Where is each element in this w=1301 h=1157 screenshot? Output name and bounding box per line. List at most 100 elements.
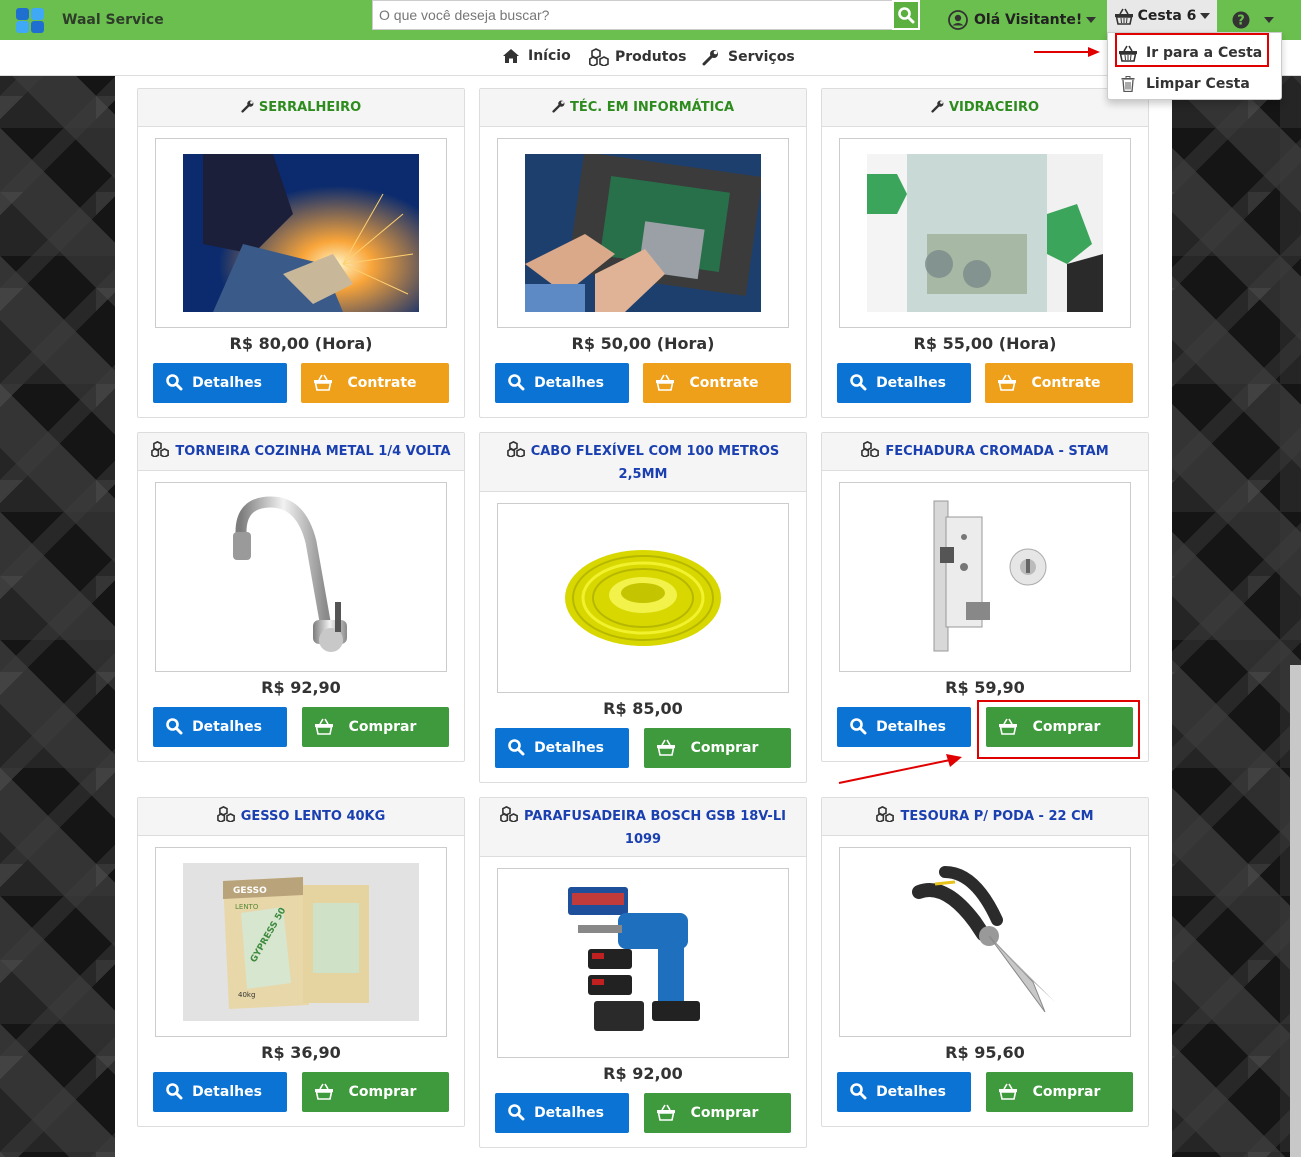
card-title[interactable]: CABO FLEXÍVEL COM 100 METROS 2,5MM [480, 433, 806, 492]
service-card: VIDRACEIRO R$ 55,00 (Hora) Detalhes Cont… [821, 88, 1149, 418]
help-icon: ? [1232, 11, 1250, 29]
product-image[interactable] [497, 138, 789, 328]
product-card: GESSO LENTO 40KG GESSO LENTO GYPRESS 50 … [137, 797, 465, 1127]
door-lock-photo [933, 500, 1047, 652]
card-title[interactable]: VIDRACEIRO [822, 89, 1148, 127]
card-title[interactable]: SERRALHEIRO [138, 89, 464, 127]
wrench-icon [552, 99, 566, 120]
user-icon [948, 10, 968, 30]
search-button[interactable] [892, 0, 920, 30]
product-card: TESOURA P/ PODA - 22 CM R$ 95,60 Detalhe… [821, 797, 1149, 1127]
welder-photo [183, 154, 419, 312]
card-title[interactable]: TESOURA P/ PODA - 22 CM [822, 798, 1148, 836]
cesta-menu[interactable]: Cesta 6 [1107, 0, 1217, 32]
nav-item-inicio[interactable]: Início [502, 48, 571, 64]
buy-button[interactable]: Comprar [644, 1093, 791, 1133]
search-input[interactable] [372, 0, 892, 30]
price: R$ 92,00 [603, 1064, 683, 1083]
secondary-nav: Início Produtos Serviços [0, 40, 1301, 76]
chevron-down-icon [1264, 17, 1274, 23]
contract-button[interactable]: Contrate [985, 363, 1133, 403]
card-title[interactable]: GESSO LENTO 40KG [138, 798, 464, 836]
details-button[interactable]: Detalhes [495, 363, 629, 403]
details-button[interactable]: Detalhes [153, 707, 287, 747]
cesta-label: Cesta 6 [1137, 8, 1197, 24]
details-button[interactable]: Detalhes [495, 1093, 629, 1133]
brand-name: Waal Service [62, 12, 164, 28]
wrench-icon [241, 99, 255, 120]
details-button[interactable]: Detalhes [495, 728, 629, 768]
plaster-bag-photo: GESSO LENTO GYPRESS 50 40kg [183, 863, 419, 1021]
trash-icon [1118, 76, 1138, 92]
basket-icon [1114, 8, 1133, 25]
nav-item-label: Serviços [728, 49, 795, 65]
scrollbar[interactable] [1290, 665, 1301, 1157]
faucet-photo [233, 496, 347, 652]
price: R$ 92,90 [261, 678, 341, 697]
yellow-cable-photo [565, 550, 721, 646]
brand-logo [16, 6, 46, 34]
product-image[interactable] [497, 503, 789, 693]
price: R$ 50,00 (Hora) [571, 334, 715, 353]
laptop-repair-photo [525, 154, 761, 312]
chevron-down-icon [1200, 13, 1211, 19]
buy-button[interactable]: Comprar [302, 707, 449, 747]
brand[interactable]: Waal Service [16, 6, 372, 34]
product-image[interactable] [839, 847, 1131, 1037]
product-image[interactable] [155, 482, 447, 672]
cubes-icon [216, 805, 237, 829]
drill-photo [568, 887, 700, 1031]
product-image[interactable] [839, 138, 1131, 328]
svg-text:LENTO: LENTO [235, 903, 259, 911]
cubes-icon [500, 805, 520, 829]
svg-text:?: ? [1237, 14, 1245, 29]
product-card: CABO FLEXÍVEL COM 100 METROS 2,5MM R$ 85… [479, 432, 807, 783]
card-title[interactable]: TÉC. EM INFORMÁTICA [480, 89, 806, 127]
contract-button[interactable]: Contrate [643, 363, 791, 403]
user-label: Olá Visitante! [974, 12, 1083, 28]
buy-button[interactable]: Comprar [986, 1072, 1133, 1112]
contract-button[interactable]: Contrate [301, 363, 449, 403]
details-button[interactable]: Detalhes [837, 363, 971, 403]
card-title[interactable]: PARAFUSADEIRA BOSCH GSB 18V-LI 1099 [480, 798, 806, 857]
details-button[interactable]: Detalhes [153, 1072, 287, 1112]
nav-item-servicos[interactable]: Serviços [702, 48, 795, 66]
cubes-icon [506, 440, 527, 464]
search-bar [372, 0, 920, 30]
wrench-icon [931, 99, 945, 120]
chevron-down-icon [1086, 17, 1097, 23]
search-icon [898, 7, 915, 24]
price: R$ 59,90 [945, 678, 1025, 697]
nav-item-produtos[interactable]: Produtos [589, 48, 686, 66]
wrench-icon [702, 48, 720, 66]
details-button[interactable]: Detalhes [837, 1072, 971, 1112]
product-card: TORNEIRA COZINHA METAL 1/4 VOLTA R$ 92,9… [137, 432, 465, 762]
details-button[interactable]: Detalhes [153, 363, 287, 403]
cubes-icon [151, 440, 171, 464]
service-card: SERRALHEIRO R$ 80,00 (Hora) Detalhes Con… [137, 88, 465, 418]
product-image[interactable] [155, 138, 447, 328]
card-title[interactable]: FECHADURA CROMADA - STAM [822, 433, 1148, 471]
clear-cart-item[interactable]: Limpar Cesta [1118, 73, 1250, 95]
product-card: PARAFUSADEIRA BOSCH GSB 18V-LI 1099 R$ 9… [479, 797, 807, 1148]
price: R$ 55,00 (Hora) [913, 334, 1057, 353]
svg-text:GESSO: GESSO [233, 886, 267, 896]
buy-button[interactable]: Comprar [644, 728, 791, 768]
card-title[interactable]: TORNEIRA COZINHA METAL 1/4 VOLTA [138, 433, 464, 471]
clear-cart-label: Limpar Cesta [1146, 76, 1250, 92]
buy-button[interactable]: Comprar [302, 1072, 449, 1112]
details-button[interactable]: Detalhes [837, 707, 971, 747]
svg-text:40kg: 40kg [238, 991, 255, 999]
nav-item-label: Início [528, 48, 571, 64]
price: R$ 80,00 (Hora) [229, 334, 373, 353]
nav-item-label: Produtos [615, 49, 687, 65]
highlight-go-to-cart [1115, 33, 1269, 67]
product-image[interactable] [839, 482, 1131, 672]
product-image[interactable]: GESSO LENTO GYPRESS 50 40kg [155, 847, 447, 1037]
highlight-buy-button [977, 700, 1140, 759]
user-menu[interactable]: Olá Visitante! [948, 0, 1097, 40]
product-image[interactable] [497, 868, 789, 1058]
pruning-shears-photo [912, 866, 1055, 1013]
cubes-icon [589, 48, 611, 66]
annotation-arrow-buy [838, 754, 962, 784]
